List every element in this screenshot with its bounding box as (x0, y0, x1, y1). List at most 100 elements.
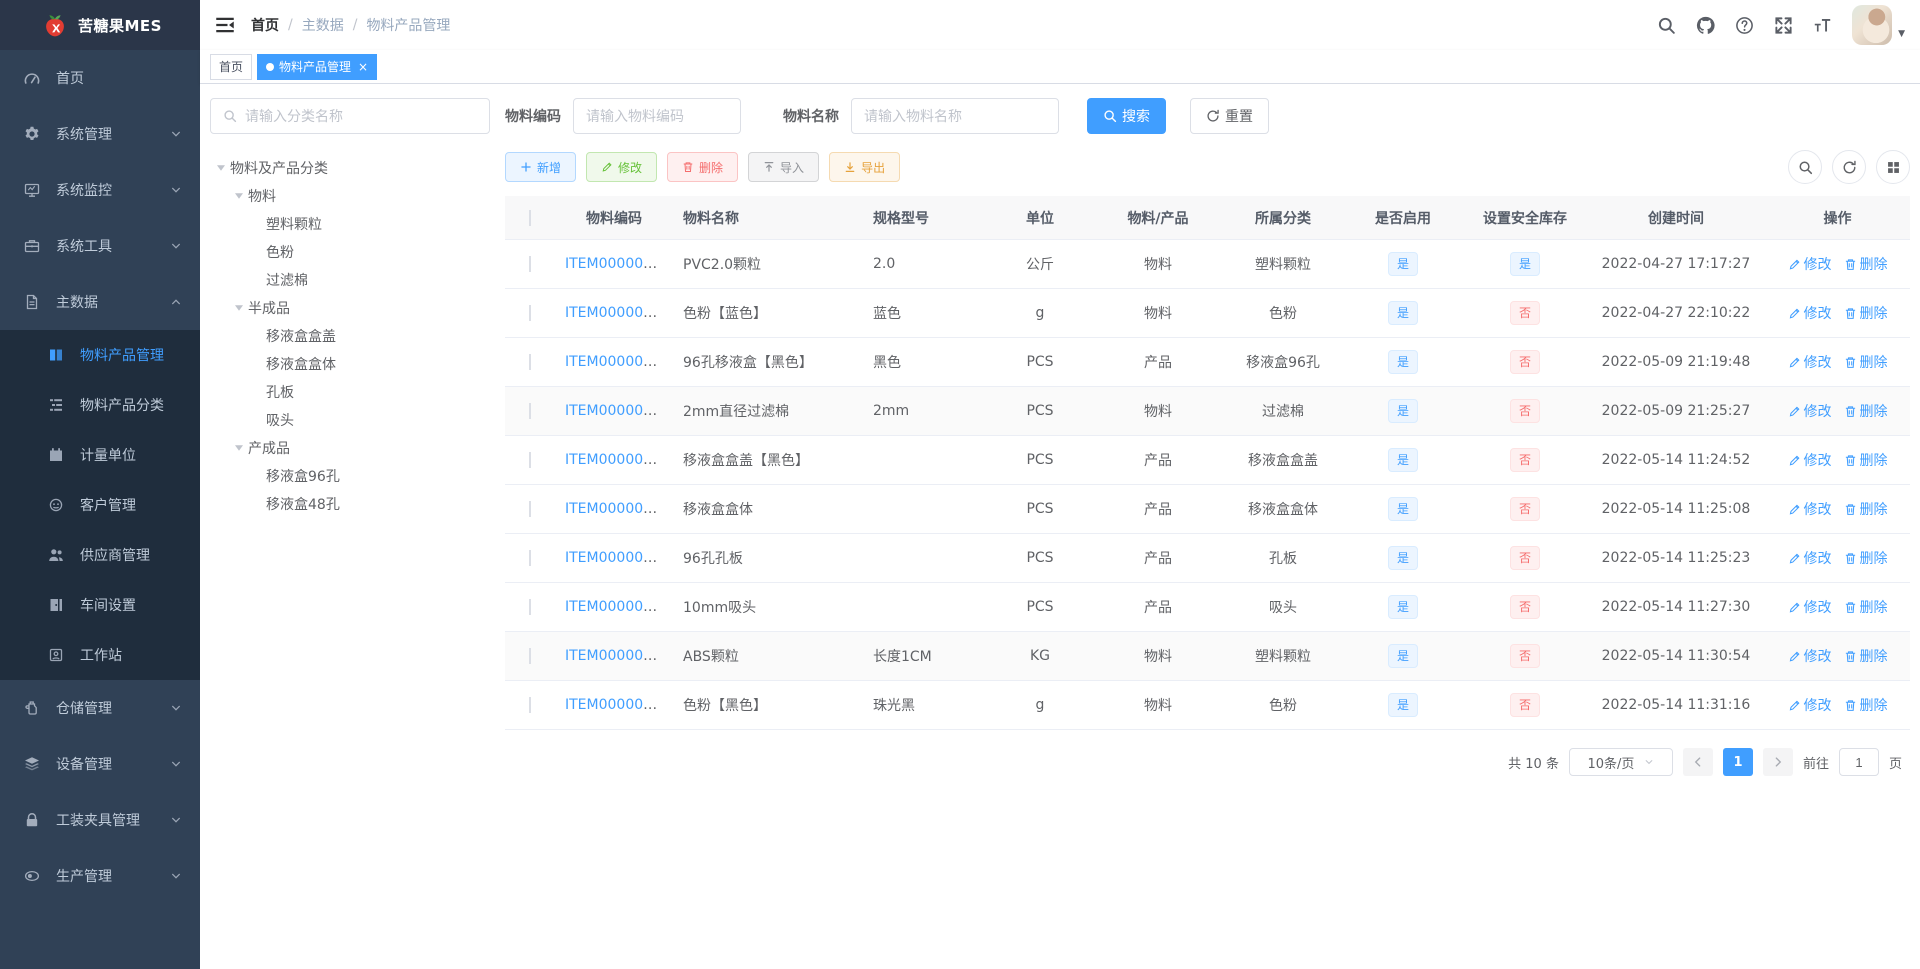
sidebar-item-system-monitor[interactable]: 系统监控 (0, 162, 200, 218)
row-checkbox[interactable] (529, 305, 531, 321)
row-delete-link[interactable]: 删除 (1844, 695, 1888, 715)
sidebar-item-tooling-fixture-management[interactable]: 工装夹具管理 (0, 792, 200, 848)
add-button[interactable]: 新增 (505, 152, 577, 182)
row-delete-link[interactable]: 删除 (1844, 450, 1888, 470)
row-checkbox[interactable] (529, 697, 531, 713)
item-code-link[interactable]: ITEM00000037 (565, 256, 670, 272)
sidebar-item-workstation[interactable]: 工作站 (0, 630, 200, 680)
breadcrumb-item[interactable]: 首页 (251, 15, 279, 35)
row-checkbox[interactable] (529, 452, 531, 468)
tree-node[interactable]: 塑料颗粒 (210, 210, 490, 238)
github-icon[interactable] (1696, 16, 1715, 35)
sidebar-item-material-product-management[interactable]: 物料产品管理 (0, 330, 200, 380)
next-page-button[interactable] (1762, 748, 1793, 776)
tab-active[interactable]: 物料产品管理 × (257, 53, 378, 80)
tree-node[interactable]: 色粉 (210, 238, 490, 266)
sidebar-item-system-tools[interactable]: 系统工具 (0, 218, 200, 274)
row-checkbox[interactable] (529, 648, 531, 664)
row-delete-link[interactable]: 删除 (1844, 646, 1888, 666)
tree-node[interactable]: 吸头 (210, 406, 490, 434)
row-edit-link[interactable]: 修改 (1788, 352, 1832, 372)
code-input[interactable] (586, 108, 728, 124)
item-code-link[interactable]: ITEM00000046 (565, 354, 670, 370)
tree-node[interactable]: 孔板 (210, 378, 490, 406)
refresh-table-button[interactable] (1832, 150, 1866, 184)
hamburger-icon[interactable] (215, 15, 235, 35)
prev-page-button[interactable] (1682, 748, 1713, 776)
sidebar-item-equipment-management[interactable]: 设备管理 (0, 736, 200, 792)
row-edit-link[interactable]: 修改 (1788, 450, 1832, 470)
sidebar-item-master-data[interactable]: 主数据 (0, 274, 200, 330)
import-button[interactable]: 导入 (748, 152, 820, 182)
fullscreen-icon[interactable] (1774, 16, 1793, 35)
delete-button[interactable]: 删除 (667, 152, 739, 182)
tree-node[interactable]: 移液盒96孔 (210, 462, 490, 490)
sidebar-item-measurement-unit[interactable]: 计量单位 (0, 430, 200, 480)
sidebar-item-material-product-category[interactable]: 物料产品分类 (0, 380, 200, 430)
toggle-search-button[interactable] (1788, 150, 1822, 184)
row-delete-link[interactable]: 删除 (1844, 499, 1888, 519)
breadcrumb-item[interactable]: 物料产品管理 (366, 15, 450, 35)
tree-expand-caret-icon[interactable] (230, 444, 248, 452)
row-edit-link[interactable]: 修改 (1788, 401, 1832, 421)
row-checkbox[interactable] (529, 403, 531, 419)
close-icon[interactable]: × (358, 61, 368, 73)
sidebar-item-home[interactable]: 首页 (0, 50, 200, 106)
question-icon[interactable] (1735, 16, 1754, 35)
columns-button[interactable] (1876, 150, 1910, 184)
tree-expand-caret-icon[interactable] (230, 192, 248, 200)
page-size-select[interactable]: 10条/页 (1568, 748, 1673, 776)
row-edit-link[interactable]: 修改 (1788, 499, 1832, 519)
row-edit-link[interactable]: 修改 (1788, 597, 1832, 617)
tree-node[interactable]: 半成品 (210, 294, 490, 322)
tree-expand-caret-icon[interactable] (212, 164, 230, 172)
item-code-link[interactable]: ITEM00000053 (565, 550, 670, 566)
row-delete-link[interactable]: 删除 (1844, 352, 1888, 372)
sidebar-item-system-management[interactable]: 系统管理 (0, 106, 200, 162)
row-checkbox[interactable] (529, 599, 531, 615)
row-delete-link[interactable]: 删除 (1844, 254, 1888, 274)
reset-button[interactable]: 重置 (1190, 98, 1269, 134)
row-edit-link[interactable]: 修改 (1788, 254, 1832, 274)
item-code-link[interactable]: ITEM00000041 (565, 305, 670, 321)
row-edit-link[interactable]: 修改 (1788, 548, 1832, 568)
item-code-link[interactable]: ITEM00000054 (565, 599, 670, 615)
name-input[interactable] (864, 108, 1046, 124)
user-menu[interactable]: ▼ (1852, 5, 1905, 45)
tree-node[interactable]: 移液盒48孔 (210, 490, 490, 518)
page-1-button[interactable]: 1 (1722, 748, 1753, 776)
row-delete-link[interactable]: 删除 (1844, 303, 1888, 323)
select-all-checkbox[interactable] (529, 209, 531, 226)
item-code-link[interactable]: ITEM00000052 (565, 501, 670, 517)
sidebar-item-warehouse-management[interactable]: 仓储管理 (0, 680, 200, 736)
item-code-link[interactable]: ITEM00000051 (565, 452, 670, 468)
tree-expand-caret-icon[interactable] (230, 304, 248, 312)
tree-node[interactable]: 过滤棉 (210, 266, 490, 294)
tree-node[interactable]: 物料 (210, 182, 490, 210)
tree-node[interactable]: 移液盒盒体 (210, 350, 490, 378)
item-code-link[interactable]: ITEM00000056 (565, 697, 670, 713)
goto-page-input[interactable] (1838, 748, 1879, 776)
tree-node[interactable]: 移液盒盒盖 (210, 322, 490, 350)
sidebar-item-supplier-management[interactable]: 供应商管理 (0, 530, 200, 580)
avatar[interactable] (1852, 5, 1893, 45)
sidebar-item-customer-management[interactable]: 客户管理 (0, 480, 200, 530)
item-code-link[interactable]: ITEM00000049 (565, 403, 670, 419)
search-button[interactable]: 搜索 (1087, 98, 1166, 134)
tree-filter-input[interactable] (245, 108, 477, 124)
row-checkbox[interactable] (529, 501, 531, 517)
row-delete-link[interactable]: 删除 (1844, 401, 1888, 421)
font-size-icon[interactable] (1813, 16, 1832, 35)
row-delete-link[interactable]: 删除 (1844, 548, 1888, 568)
breadcrumb-item[interactable]: 主数据 (302, 15, 344, 35)
row-checkbox[interactable] (529, 256, 531, 272)
row-edit-link[interactable]: 修改 (1788, 646, 1832, 666)
tree-node[interactable]: 物料及产品分类 (210, 154, 490, 182)
search-icon[interactable] (1657, 16, 1676, 35)
row-edit-link[interactable]: 修改 (1788, 695, 1832, 715)
edit-button[interactable]: 修改 (586, 152, 658, 182)
item-code-link[interactable]: ITEM00000055 (565, 648, 670, 664)
row-checkbox[interactable] (529, 550, 531, 566)
tab-item[interactable]: 首页 (210, 53, 253, 80)
logo[interactable]: 苦糖果MES (0, 0, 200, 50)
